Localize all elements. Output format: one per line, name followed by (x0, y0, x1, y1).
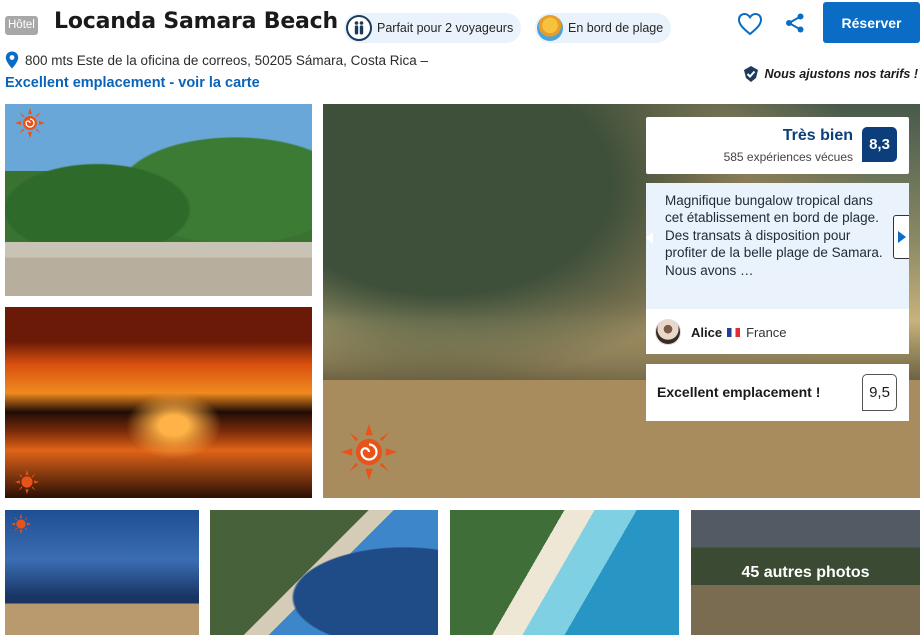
photo-sunset[interactable] (5, 307, 312, 498)
travelers-chip: Parfait pour 2 voyageurs (344, 13, 522, 43)
price-match-label: Nous ajustons nos tarifs ! (764, 67, 919, 81)
heart-icon[interactable] (736, 10, 764, 38)
reserve-button[interactable]: Réserver (823, 2, 920, 43)
beachfront-chip: En bord de plage (535, 13, 672, 43)
rating-score-badge: 8,3 (862, 127, 897, 162)
review-count: 585 expériences vécues (723, 150, 853, 164)
property-type-badge: Hôtel (5, 16, 38, 35)
sun-logo-icon (15, 108, 45, 138)
avatar (655, 319, 681, 345)
travelers-chip-label: Parfait pour 2 voyageurs (377, 21, 514, 35)
property-header: Hôtel Locanda Samara Beach Parfait pour … (0, 0, 923, 100)
chevron-right-icon (897, 231, 906, 243)
share-icon[interactable] (784, 12, 806, 34)
more-photos-label: 45 autres photos (741, 563, 870, 581)
photo-aerial-coast[interactable] (210, 510, 438, 635)
sun-logo-icon (341, 424, 397, 480)
author-name: Alice (691, 324, 723, 340)
location-score-badge: 9,5 (862, 374, 897, 411)
location-score-card[interactable]: Excellent emplacement ! 9,5 (646, 364, 909, 421)
photo-night-beach[interactable] (5, 510, 199, 635)
review-author: Alice France (655, 319, 787, 345)
shield-check-icon (743, 66, 758, 82)
sun-logo-icon (15, 470, 39, 494)
address-text: 800 mts Este de la oficina de correos, 5… (25, 52, 428, 68)
view-map-link[interactable]: Excellent emplacement - voir la carte (5, 75, 260, 91)
review-prev-button[interactable] (646, 222, 660, 254)
author-country: France (746, 324, 787, 340)
photo-aerial-bay[interactable] (450, 510, 679, 635)
france-flag-icon (727, 327, 741, 337)
more-photos-tile[interactable]: 45 autres photos (691, 510, 920, 635)
review-text: Magnifique bungalow tropical dans cet ét… (646, 183, 909, 309)
photo-beach-palms[interactable] (5, 104, 312, 296)
more-photos-overlay: 45 autres photos (691, 510, 920, 635)
map-pin-icon (5, 51, 19, 69)
review-next-button[interactable] (893, 215, 909, 259)
review-card: Magnifique bungalow tropical dans cet ét… (646, 183, 909, 354)
couple-icon (346, 15, 372, 41)
rating-card[interactable]: Très bien 585 expériences vécues 8,3 (646, 117, 909, 174)
chevron-left-icon (646, 232, 653, 244)
price-match-note[interactable]: Nous ajustons nos tarifs ! (742, 65, 919, 83)
rating-label: Très bien (782, 127, 853, 144)
beach-sunset-icon (537, 15, 563, 41)
page-title: Locanda Samara Beach (54, 9, 338, 34)
location-score-label: Excellent emplacement ! (657, 384, 821, 400)
beachfront-chip-label: En bord de plage (568, 21, 664, 35)
sun-logo-icon (11, 514, 31, 534)
address-row: 800 mts Este de la oficina de correos, 5… (5, 51, 428, 69)
